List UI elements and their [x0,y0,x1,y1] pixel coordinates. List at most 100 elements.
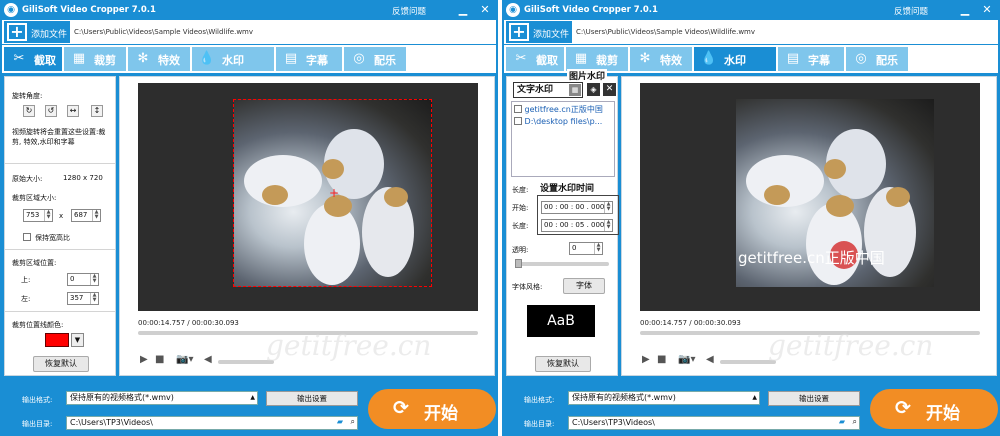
video-frame[interactable]: getitfree.cn正版中国 [640,83,980,311]
tab-crop[interactable]: ▦ 裁剪 [64,47,126,71]
list-item[interactable]: D:\desktop files\p... [514,116,602,126]
duration-input[interactable]: 00 : 00 : 05 . 000 ▲ ▼ [541,219,613,232]
rotate-ccw-button[interactable]: ↺ [45,105,57,117]
add-file-label: 添加文件 [533,30,570,40]
camera-icon[interactable]: 📷▾ [176,354,193,365]
watermark-text: getitfree.cn [768,329,934,362]
spin-arrows-icon[interactable]: ▲ ▼ [604,220,612,231]
camera-icon[interactable]: 📷▾ [678,354,695,365]
tab-effects[interactable]: ✻ 特效 [630,47,692,71]
top-label: 上: [21,276,31,284]
output-settings-button[interactable]: 输出设置 [768,391,860,406]
tab-watermark[interactable]: 💧 水印 [192,47,274,71]
minimize-button[interactable]: ▁ [454,2,472,17]
stop-icon[interactable]: ■ [155,354,164,365]
format-select[interactable]: 保持原有的视频格式(*.wmv) ▲ [66,391,258,405]
flip-horizontal-button[interactable]: ↔ [67,105,79,117]
item-checkbox[interactable] [514,105,522,113]
music-icon: ◎ [855,51,867,66]
keep-ratio-checkbox[interactable] [23,233,31,241]
tab-subtitle-label: 字幕 [808,54,830,67]
slider-handle[interactable] [515,259,522,268]
stop-icon[interactable]: ■ [657,354,666,365]
crop-width-input[interactable]: 753 ▲ ▼ [23,209,53,222]
volume-icon[interactable]: ◀ [706,354,714,365]
line-color-swatch[interactable] [45,333,69,347]
start-button[interactable]: ⟳ 开始 [368,389,496,429]
reset-button[interactable]: 恢复默认 [33,356,89,372]
spin-arrows-icon[interactable]: ▲ ▼ [594,243,602,254]
left-input[interactable]: 357 ▲ ▼ [67,292,99,305]
opacity-input[interactable]: 0 ▲ ▼ [569,242,603,255]
video-frame[interactable]: + [138,83,478,311]
chevron-up-icon[interactable]: ▲ [752,392,757,404]
watermark-text: getitfree.cn [266,329,432,362]
output-dir-field[interactable]: C:\Users\TP3\Videos\ ▰ ⌕ [66,416,358,430]
start-button[interactable]: ⟳ 开始 [870,389,998,429]
play-icon[interactable]: ▶ [642,354,650,365]
spin-arrows-icon[interactable]: ▲ ▼ [90,293,98,304]
file-path: C:\Users\Public\Videos\Sample Videos\Wil… [576,28,756,36]
spin-arrows-icon[interactable]: ▲ ▼ [90,274,98,285]
search-icon[interactable]: ⌕ [853,416,857,428]
keep-ratio-label: 保持宽高比 [35,234,70,242]
tab-effects[interactable]: ✻ 特效 [128,47,190,71]
spin-arrows-icon[interactable]: ▲ ▼ [44,210,52,221]
crosshair-icon[interactable]: + [328,187,340,199]
tab-watermark[interactable]: 💧 水印 [694,47,776,71]
reset-button[interactable]: 恢复默认 [535,356,591,372]
tab-music[interactable]: ◎ 配乐 [344,47,406,71]
crop-width-value: 753 [26,211,40,219]
tab-clip[interactable]: ✂ 截取 [506,47,564,71]
left-app-window: ◉ GiliSoft Video Cropper 7.0.1 反馈问题 ▁ ✕ … [0,0,498,436]
add-file-button[interactable]: + 添加文件 [506,21,572,43]
font-button[interactable]: 字体 [563,278,605,294]
top-input[interactable]: 0 ▲ ▼ [67,273,99,286]
chevron-up-icon[interactable]: ▲ [250,392,255,404]
effects-icon: ✻ [639,51,651,66]
volume-icon[interactable]: ◀ [204,354,212,365]
add-icon: + [509,23,529,41]
tab-music-label: 配乐 [374,54,396,67]
tab-crop[interactable]: ▦ 裁剪 [566,47,628,71]
tab-clip[interactable]: ✂ 截取 [4,47,62,71]
delete-icon[interactable]: ✕ [603,83,616,96]
font-preview: AaB [527,305,595,337]
folder-icon[interactable]: ▰ [839,416,845,428]
folder-icon[interactable]: ▰ [337,416,343,428]
right-app-window: ◉ GiliSoft Video Cropper 7.0.1 反馈问题 ▁ ✕ … [502,0,1000,436]
output-settings-button[interactable]: 输出设置 [266,391,358,406]
overlay-watermark-text[interactable]: getitfree.cn正版中国 [738,247,885,268]
left-label: 左: [21,295,31,303]
spin-arrows-icon[interactable]: ▲ ▼ [604,202,612,213]
format-select[interactable]: 保持原有的视频格式(*.wmv) ▲ [568,391,760,405]
orig-size-label: 原始大小: [12,175,43,183]
time-display: 00:00:14.757 / 00:00:30.093 [640,319,741,327]
output-dir-value: C:\Users\TP3\Videos\ [70,418,153,427]
feedback-link[interactable]: 反馈问题 [894,5,928,17]
play-icon[interactable]: ▶ [140,354,148,365]
start-time-input[interactable]: 00 : 00 : 00 . 000 ▲ ▼ [541,201,613,214]
add-icon: + [7,23,27,41]
close-button[interactable]: ✕ [476,2,494,17]
crop-height-input[interactable]: 687 ▲ ▼ [71,209,101,222]
minimize-button[interactable]: ▁ [956,2,974,17]
close-button[interactable]: ✕ [978,2,996,17]
search-icon[interactable]: ⌕ [351,416,355,428]
font-style-label: 字体风格: [512,283,543,291]
rotate-cw-button[interactable]: ↻ [23,105,35,117]
add-file-button[interactable]: + 添加文件 [4,21,70,43]
output-dir-field[interactable]: C:\Users\TP3\Videos\ ▰ ⌕ [568,416,860,430]
item-checkbox[interactable] [514,117,522,125]
chevron-down-icon[interactable]: ▼ [71,333,84,347]
tab-music[interactable]: ◎ 配乐 [846,47,908,71]
text-watermark-button[interactable]: 文字水印 ▦ [513,82,583,98]
opacity-slider[interactable] [515,262,609,266]
flip-vertical-button[interactable]: ↕ [91,105,103,117]
spin-arrows-icon[interactable]: ▲ ▼ [92,210,100,221]
list-item[interactable]: getitfree.cn正版中国 [514,104,603,115]
image-add-icon[interactable]: ◈ [587,83,600,96]
tab-subtitle[interactable]: ▤ 字幕 [778,47,844,71]
tab-subtitle[interactable]: ▤ 字幕 [276,47,342,71]
feedback-link[interactable]: 反馈问题 [392,5,426,17]
